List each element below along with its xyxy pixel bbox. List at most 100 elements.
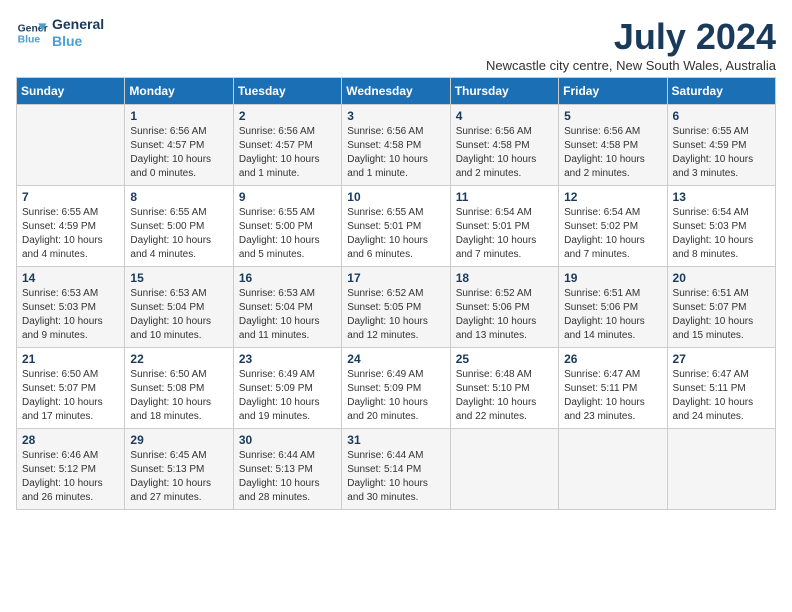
calendar-cell: 4 Sunrise: 6:56 AMSunset: 4:58 PMDaylight… bbox=[450, 105, 558, 186]
calendar-cell bbox=[450, 429, 558, 510]
calendar-cell: 14 Sunrise: 6:53 AMSunset: 5:03 PMDayligh… bbox=[17, 267, 125, 348]
calendar-cell bbox=[17, 105, 125, 186]
calendar-cell: 6Sunrise: 6:55 AMSunset: 4:59 PMDaylight… bbox=[667, 105, 775, 186]
day-info: Sunrise: 6:56 AMSunset: 4:58 PMDaylight:… bbox=[347, 125, 444, 181]
day-number: 19 bbox=[564, 271, 661, 285]
logo: General Blue GeneralBlue bbox=[16, 16, 104, 50]
calendar-cell: 25 Sunrise: 6:48 AMSunset: 5:10 PMDayligh… bbox=[450, 348, 558, 429]
week-row-2: 7 Sunrise: 6:55 AMSunset: 4:59 PMDaylight… bbox=[17, 186, 776, 267]
calendar-cell bbox=[667, 429, 775, 510]
col-header-wednesday: Wednesday bbox=[342, 78, 450, 105]
calendar-cell: 31 Sunrise: 6:44 AMSunset: 5:14 PMDayligh… bbox=[342, 429, 450, 510]
day-number: 4 bbox=[456, 109, 553, 123]
day-info: Sunrise: 6:49 AMSunset: 5:09 PMDaylight:… bbox=[239, 368, 336, 424]
day-number: 30 bbox=[239, 433, 336, 447]
week-row-4: 21 Sunrise: 6:50 AMSunset: 5:07 PMDayligh… bbox=[17, 348, 776, 429]
day-number: 31 bbox=[347, 433, 444, 447]
col-header-thursday: Thursday bbox=[450, 78, 558, 105]
day-number: 2 bbox=[239, 109, 336, 123]
day-info: Sunrise: 6:56 AMSunset: 4:57 PMDaylight:… bbox=[239, 125, 336, 181]
calendar-cell: 24 Sunrise: 6:49 AMSunset: 5:09 PMDayligh… bbox=[342, 348, 450, 429]
calendar-cell: 17 Sunrise: 6:52 AMSunset: 5:05 PMDayligh… bbox=[342, 267, 450, 348]
day-info: Sunrise: 6:54 AMSunset: 5:03 PMDaylight:… bbox=[673, 206, 770, 262]
day-info: Sunrise: 6:55 AMSunset: 5:00 PMDaylight:… bbox=[130, 206, 227, 262]
day-info: Sunrise: 6:47 AMSunset: 5:11 PMDaylight:… bbox=[564, 368, 661, 424]
day-info: Sunrise: 6:45 AMSunset: 5:13 PMDaylight:… bbox=[130, 449, 227, 505]
day-number: 14 bbox=[22, 271, 119, 285]
day-number: 10 bbox=[347, 190, 444, 204]
logo-text-line1: GeneralBlue bbox=[52, 16, 104, 50]
day-number: 11 bbox=[456, 190, 553, 204]
day-number: 12 bbox=[564, 190, 661, 204]
calendar-cell: 18 Sunrise: 6:52 AMSunset: 5:06 PMDayligh… bbox=[450, 267, 558, 348]
day-number: 27 bbox=[673, 352, 770, 366]
day-info: Sunrise: 6:53 AMSunset: 5:04 PMDaylight:… bbox=[130, 287, 227, 343]
calendar-header-row: SundayMondayTuesdayWednesdayThursdayFrid… bbox=[17, 78, 776, 105]
day-number: 20 bbox=[673, 271, 770, 285]
day-info: Sunrise: 6:52 AMSunset: 5:06 PMDaylight:… bbox=[456, 287, 553, 343]
title-block: July 2024 Newcastle city centre, New Sou… bbox=[486, 16, 776, 73]
calendar-cell: 13Sunrise: 6:54 AMSunset: 5:03 PMDayligh… bbox=[667, 186, 775, 267]
col-header-sunday: Sunday bbox=[17, 78, 125, 105]
day-info: Sunrise: 6:55 AMSunset: 4:59 PMDaylight:… bbox=[673, 125, 770, 181]
day-info: Sunrise: 6:56 AMSunset: 4:58 PMDaylight:… bbox=[456, 125, 553, 181]
day-number: 24 bbox=[347, 352, 444, 366]
col-header-tuesday: Tuesday bbox=[233, 78, 341, 105]
calendar-cell: 10 Sunrise: 6:55 AMSunset: 5:01 PMDayligh… bbox=[342, 186, 450, 267]
col-header-friday: Friday bbox=[559, 78, 667, 105]
day-info: Sunrise: 6:50 AMSunset: 5:07 PMDaylight:… bbox=[22, 368, 119, 424]
calendar-cell: 22Sunrise: 6:50 AMSunset: 5:08 PMDayligh… bbox=[125, 348, 233, 429]
day-number: 9 bbox=[239, 190, 336, 204]
day-info: Sunrise: 6:55 AMSunset: 5:00 PMDaylight:… bbox=[239, 206, 336, 262]
day-info: Sunrise: 6:53 AMSunset: 5:04 PMDaylight:… bbox=[239, 287, 336, 343]
calendar-cell: 11 Sunrise: 6:54 AMSunset: 5:01 PMDayligh… bbox=[450, 186, 558, 267]
location-subtitle: Newcastle city centre, New South Wales, … bbox=[486, 58, 776, 73]
day-info: Sunrise: 6:49 AMSunset: 5:09 PMDaylight:… bbox=[347, 368, 444, 424]
calendar-cell: 12 Sunrise: 6:54 AMSunset: 5:02 PMDayligh… bbox=[559, 186, 667, 267]
calendar-cell: 5Sunrise: 6:56 AMSunset: 4:58 PMDaylight… bbox=[559, 105, 667, 186]
day-number: 25 bbox=[456, 352, 553, 366]
calendar-cell: 30 Sunrise: 6:44 AMSunset: 5:13 PMDayligh… bbox=[233, 429, 341, 510]
calendar-cell: 27 Sunrise: 6:47 AMSunset: 5:11 PMDayligh… bbox=[667, 348, 775, 429]
calendar-cell: 20Sunrise: 6:51 AMSunset: 5:07 PMDayligh… bbox=[667, 267, 775, 348]
calendar-cell: 1Sunrise: 6:56 AMSunset: 4:57 PMDaylight… bbox=[125, 105, 233, 186]
day-number: 17 bbox=[347, 271, 444, 285]
calendar-table: SundayMondayTuesdayWednesdayThursdayFrid… bbox=[16, 77, 776, 510]
calendar-cell: 21 Sunrise: 6:50 AMSunset: 5:07 PMDayligh… bbox=[17, 348, 125, 429]
calendar-cell: 28Sunrise: 6:46 AMSunset: 5:12 PMDayligh… bbox=[17, 429, 125, 510]
calendar-cell bbox=[559, 429, 667, 510]
day-number: 26 bbox=[564, 352, 661, 366]
day-number: 29 bbox=[130, 433, 227, 447]
calendar-cell: 8Sunrise: 6:55 AMSunset: 5:00 PMDaylight… bbox=[125, 186, 233, 267]
calendar-cell: 19Sunrise: 6:51 AMSunset: 5:06 PMDayligh… bbox=[559, 267, 667, 348]
col-header-monday: Monday bbox=[125, 78, 233, 105]
calendar-cell: 3Sunrise: 6:56 AMSunset: 4:58 PMDaylight… bbox=[342, 105, 450, 186]
day-info: Sunrise: 6:48 AMSunset: 5:10 PMDaylight:… bbox=[456, 368, 553, 424]
day-number: 16 bbox=[239, 271, 336, 285]
calendar-cell: 23 Sunrise: 6:49 AMSunset: 5:09 PMDayligh… bbox=[233, 348, 341, 429]
day-info: Sunrise: 6:54 AMSunset: 5:02 PMDaylight:… bbox=[564, 206, 661, 262]
day-info: Sunrise: 6:53 AMSunset: 5:03 PMDaylight:… bbox=[22, 287, 119, 343]
week-row-1: 1Sunrise: 6:56 AMSunset: 4:57 PMDaylight… bbox=[17, 105, 776, 186]
logo-icon: General Blue bbox=[16, 17, 48, 49]
day-info: Sunrise: 6:44 AMSunset: 5:14 PMDaylight:… bbox=[347, 449, 444, 505]
day-number: 7 bbox=[22, 190, 119, 204]
calendar-cell: 9 Sunrise: 6:55 AMSunset: 5:00 PMDaylight… bbox=[233, 186, 341, 267]
day-number: 22 bbox=[130, 352, 227, 366]
day-info: Sunrise: 6:55 AMSunset: 5:01 PMDaylight:… bbox=[347, 206, 444, 262]
day-number: 18 bbox=[456, 271, 553, 285]
day-info: Sunrise: 6:44 AMSunset: 5:13 PMDaylight:… bbox=[239, 449, 336, 505]
week-row-5: 28Sunrise: 6:46 AMSunset: 5:12 PMDayligh… bbox=[17, 429, 776, 510]
day-number: 23 bbox=[239, 352, 336, 366]
day-number: 21 bbox=[22, 352, 119, 366]
day-number: 5 bbox=[564, 109, 661, 123]
day-number: 15 bbox=[130, 271, 227, 285]
day-info: Sunrise: 6:46 AMSunset: 5:12 PMDaylight:… bbox=[22, 449, 119, 505]
calendar-cell: 29 Sunrise: 6:45 AMSunset: 5:13 PMDayligh… bbox=[125, 429, 233, 510]
day-info: Sunrise: 6:55 AMSunset: 4:59 PMDaylight:… bbox=[22, 206, 119, 262]
day-info: Sunrise: 6:54 AMSunset: 5:01 PMDaylight:… bbox=[456, 206, 553, 262]
calendar-cell: 15 Sunrise: 6:53 AMSunset: 5:04 PMDayligh… bbox=[125, 267, 233, 348]
col-header-saturday: Saturday bbox=[667, 78, 775, 105]
day-info: Sunrise: 6:47 AMSunset: 5:11 PMDaylight:… bbox=[673, 368, 770, 424]
day-info: Sunrise: 6:52 AMSunset: 5:05 PMDaylight:… bbox=[347, 287, 444, 343]
